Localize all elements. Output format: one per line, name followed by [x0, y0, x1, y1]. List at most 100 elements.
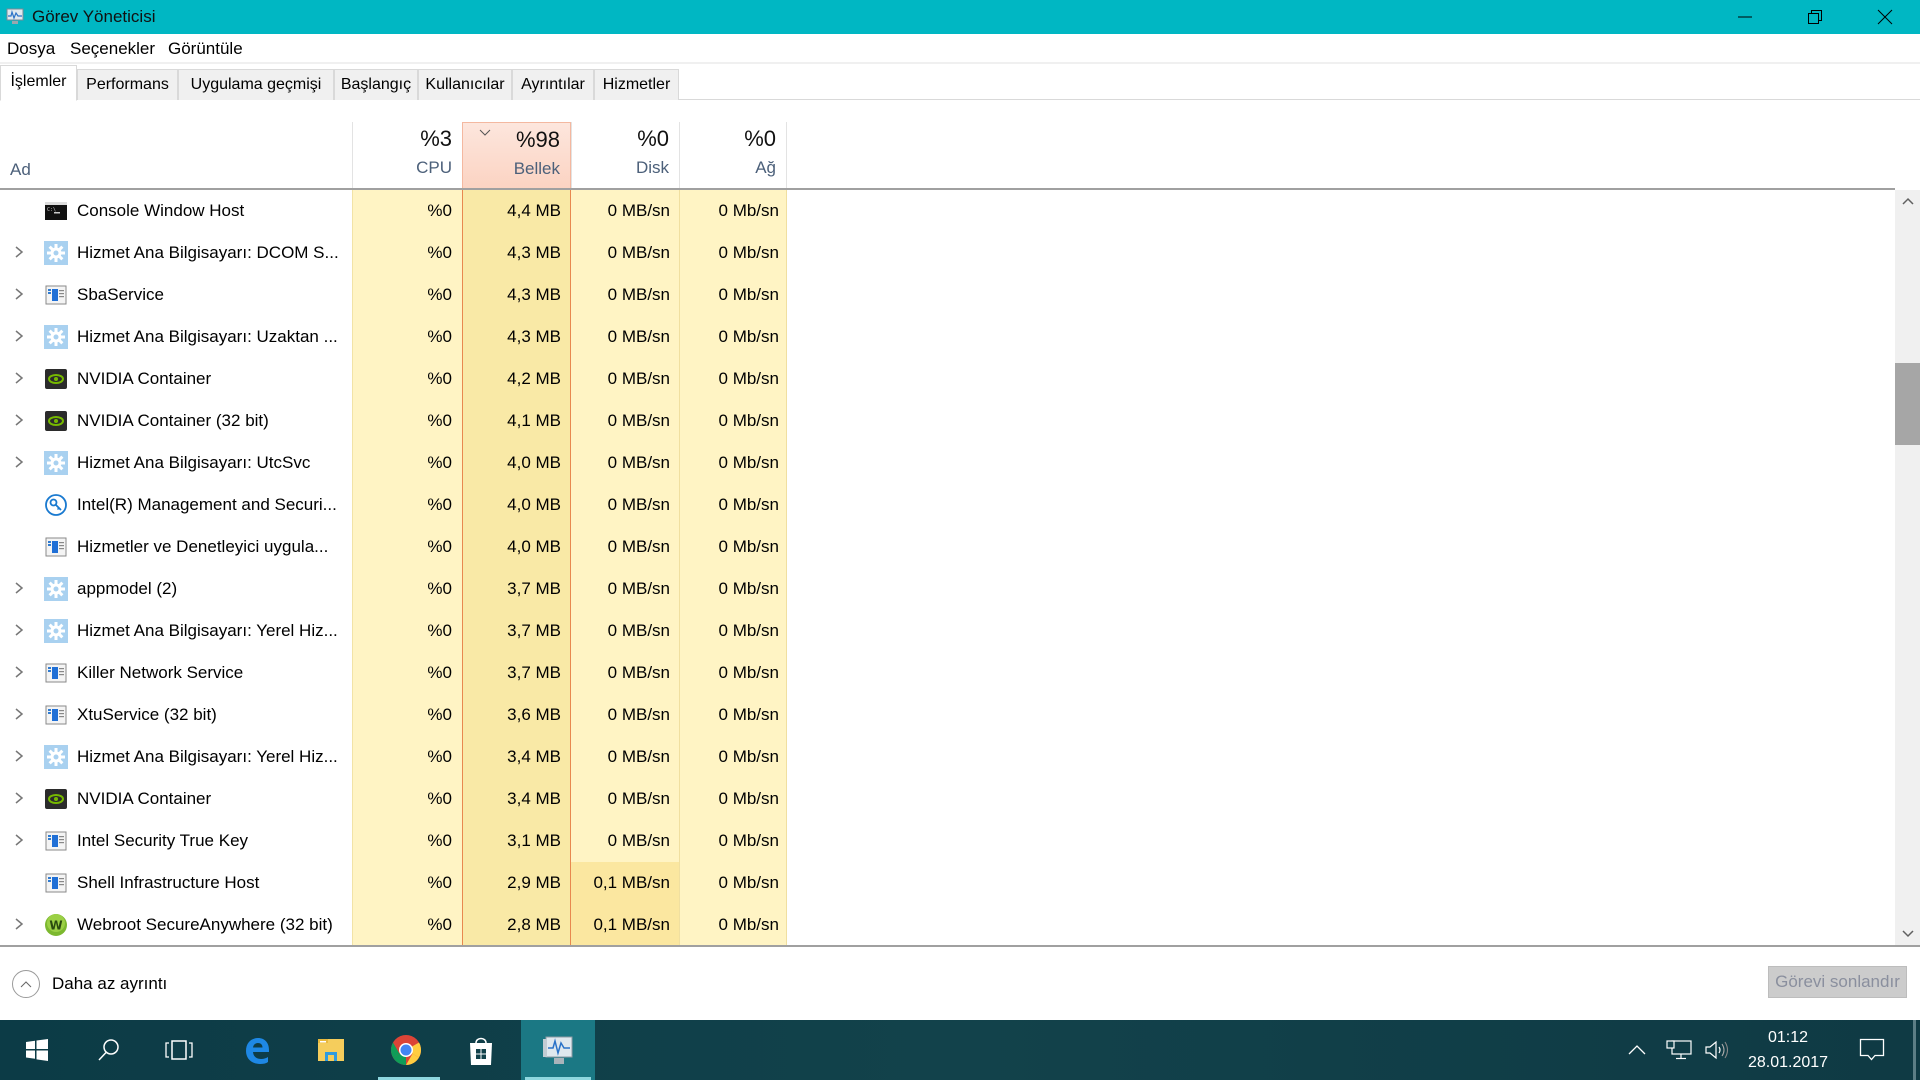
- nvidia-icon: [44, 367, 68, 391]
- menu-secenekler[interactable]: Seçenekler: [70, 39, 155, 59]
- process-cpu: %0: [427, 411, 452, 430]
- process-row[interactable]: Hizmet Ana Bilgisayarı: Yerel Hiz... %0 3,…: [0, 610, 1895, 652]
- expand-chevron-icon[interactable]: [13, 413, 25, 427]
- file-explorer-button[interactable]: [294, 1020, 368, 1080]
- process-network: 0 Mb/sn: [718, 873, 779, 892]
- tab-ayrintilar[interactable]: Ayrıntılar: [512, 69, 594, 100]
- process-network: 0 Mb/sn: [718, 747, 779, 766]
- process-cpu: %0: [427, 831, 452, 850]
- process-memory: 4,0 MB: [507, 453, 561, 472]
- expand-chevron-icon[interactable]: [13, 791, 25, 805]
- task-manager-taskbar-button[interactable]: [521, 1020, 595, 1080]
- minimize-button[interactable]: [1710, 0, 1780, 34]
- scroll-thumb[interactable]: [1895, 362, 1920, 445]
- service-gear-icon: [44, 325, 68, 349]
- service-gear-icon: [44, 451, 68, 475]
- column-header-memory[interactable]: %98 Bellek: [462, 122, 571, 189]
- expand-chevron-icon[interactable]: [13, 749, 25, 763]
- close-button[interactable]: [1850, 0, 1920, 34]
- process-row[interactable]: NVIDIA Container %0 4,2 MB 0 MB/sn 0 Mb/sn: [0, 358, 1895, 400]
- search-icon: [98, 1039, 119, 1061]
- edge-icon: [246, 1038, 269, 1064]
- expand-chevron-icon[interactable]: [13, 833, 25, 847]
- process-memory: 3,4 MB: [507, 747, 561, 766]
- process-row[interactable]: C:\ Console Window Host %0 4,4 MB 0 MB/sn 0 M…: [0, 190, 1895, 232]
- process-cpu: %0: [427, 495, 452, 514]
- expand-chevron-icon[interactable]: [13, 245, 25, 259]
- process-row[interactable]: NVIDIA Container %0 3,4 MB 0 MB/sn 0 Mb/sn: [0, 778, 1895, 820]
- expand-chevron-icon[interactable]: [13, 287, 25, 301]
- tab-islemler[interactable]: İşlemler: [0, 65, 77, 101]
- network-tray-button[interactable]: [1662, 1020, 1696, 1080]
- expand-chevron-icon[interactable]: [13, 455, 25, 469]
- app-window-icon: [44, 829, 68, 853]
- column-header-name[interactable]: Ad: [10, 160, 31, 180]
- menu-bar: Dosya Seçenekler Görüntüle: [0, 34, 1920, 62]
- expand-chevron-icon[interactable]: [13, 329, 25, 343]
- network-total: %0: [744, 126, 776, 151]
- process-row[interactable]: NVIDIA Container (32 bit) %0 4,1 MB 0 MB/sn…: [0, 400, 1895, 442]
- process-cpu: %0: [427, 453, 452, 472]
- expand-chevron-icon[interactable]: [13, 707, 25, 721]
- edge-button[interactable]: [220, 1020, 294, 1080]
- tab-hizmetler[interactable]: Hizmetler: [594, 69, 679, 100]
- process-row[interactable]: XtuService (32 bit) %0 3,6 MB 0 MB/sn 0 Mb/s…: [0, 694, 1895, 736]
- process-row[interactable]: Hizmet Ana Bilgisayarı: UtcSvc %0 4,0 MB 0 …: [0, 442, 1895, 484]
- process-row[interactable]: Hizmetler ve Denetleyici uygula... %0 4,0 …: [0, 526, 1895, 568]
- column-header-network[interactable]: %0 Ağ: [679, 122, 787, 189]
- end-task-button[interactable]: Görevi sonlandır: [1768, 966, 1907, 998]
- menu-dosya[interactable]: Dosya: [7, 39, 55, 59]
- process-name: Hizmet Ana Bilgisayarı: DCOM S...: [77, 243, 339, 262]
- expand-chevron-icon[interactable]: [13, 581, 25, 595]
- process-name: Intel Security True Key: [77, 831, 249, 850]
- tab-performans[interactable]: Performans: [77, 69, 178, 100]
- process-memory: 2,9 MB: [507, 873, 561, 892]
- process-row[interactable]: SbaService %0 4,3 MB 0 MB/sn 0 Mb/sn: [0, 274, 1895, 316]
- process-cpu: %0: [427, 663, 452, 682]
- restore-button[interactable]: [1780, 0, 1850, 34]
- process-disk: 0 MB/sn: [607, 705, 670, 724]
- tab-baslangic[interactable]: Başlangıç: [334, 69, 418, 100]
- expand-chevron-icon[interactable]: [13, 623, 25, 637]
- expand-chevron-icon[interactable]: [13, 665, 25, 679]
- column-header-disk[interactable]: %0 Disk: [571, 122, 679, 189]
- tab-uygulama-gecmisi[interactable]: Uygulama geçmişi: [178, 69, 334, 100]
- process-row[interactable]: Intel(R) Management and Securi... %0 4,0 M…: [0, 484, 1895, 526]
- tab-kullanicilar[interactable]: Kullanıcılar: [418, 69, 512, 100]
- process-row[interactable]: Hizmet Ana Bilgisayarı: Yerel Hiz... %0 3,…: [0, 736, 1895, 778]
- chrome-button[interactable]: [369, 1020, 443, 1080]
- process-name: Shell Infrastructure Host: [77, 873, 260, 892]
- action-center-button[interactable]: [1852, 1020, 1892, 1080]
- process-cpu: %0: [427, 873, 452, 892]
- task-view-button[interactable]: [142, 1020, 216, 1080]
- store-button[interactable]: [444, 1020, 518, 1080]
- show-hidden-icons-button[interactable]: [1622, 1020, 1652, 1080]
- process-row[interactable]: appmodel (2) %0 3,7 MB 0 MB/sn 0 Mb/sn: [0, 568, 1895, 610]
- process-name: Intel(R) Management and Securi...: [77, 495, 337, 514]
- column-header-cpu[interactable]: %3 CPU: [352, 122, 462, 189]
- start-button[interactable]: [0, 1020, 74, 1080]
- process-row[interactable]: Intel Security True Key %0 3,1 MB 0 MB/sn 0 …: [0, 820, 1895, 862]
- service-gear-icon: [44, 619, 68, 643]
- vertical-scrollbar[interactable]: [1895, 190, 1920, 945]
- process-memory: 4,0 MB: [507, 495, 561, 514]
- show-desktop-button[interactable]: [1913, 1020, 1916, 1080]
- scroll-down-button[interactable]: [1895, 923, 1920, 945]
- search-button[interactable]: [72, 1020, 146, 1080]
- volume-tray-button[interactable]: [1700, 1020, 1734, 1080]
- window-title: Görev Yöneticisi: [32, 7, 156, 26]
- process-row[interactable]: W Webroot SecureAnywhere (32 bit) %0 2,8 MB…: [0, 904, 1895, 945]
- process-cpu: %0: [427, 579, 452, 598]
- process-row[interactable]: Killer Network Service %0 3,7 MB 0 MB/sn 0 M…: [0, 652, 1895, 694]
- expand-chevron-icon[interactable]: [13, 917, 25, 931]
- process-row[interactable]: Hizmet Ana Bilgisayarı: DCOM S... %0 4,3 M…: [0, 232, 1895, 274]
- process-name: Hizmet Ana Bilgisayarı: UtcSvc: [77, 453, 311, 472]
- clock[interactable]: 01:12 28.01.2017: [1738, 1025, 1838, 1075]
- scroll-up-button[interactable]: [1895, 190, 1920, 212]
- fewer-details-toggle[interactable]: Daha az ayrıntı: [12, 969, 167, 999]
- process-row[interactable]: Shell Infrastructure Host %0 2,9 MB 0,1 MB/…: [0, 862, 1895, 904]
- process-row[interactable]: Hizmet Ana Bilgisayarı: Uzaktan ... %0 4,3…: [0, 316, 1895, 358]
- menu-goruntule[interactable]: Görüntüle: [168, 39, 243, 59]
- expand-chevron-icon[interactable]: [13, 371, 25, 385]
- process-network: 0 Mb/sn: [718, 495, 779, 514]
